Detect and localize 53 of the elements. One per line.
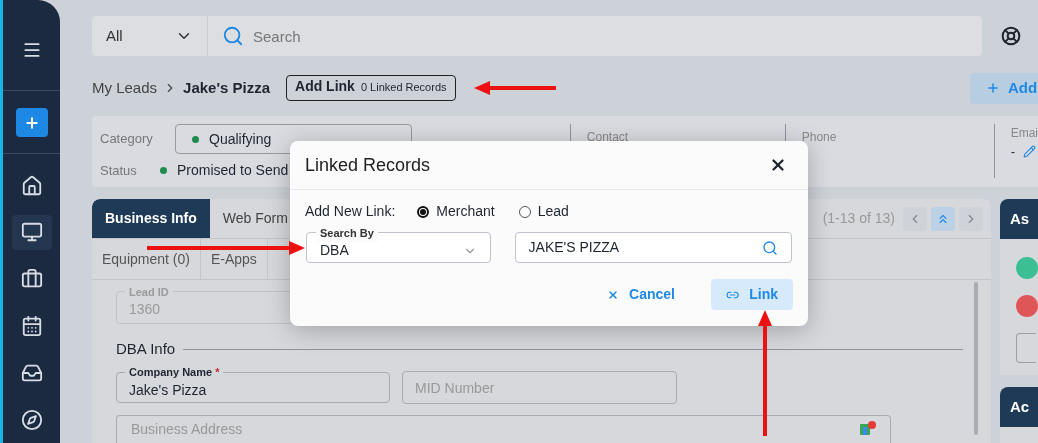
tab[interactable]: Equipment (0) (92, 239, 201, 279)
close-icon[interactable] (769, 156, 787, 174)
search-field[interactable]: Search (208, 16, 982, 56)
field-label: Add New Link: (305, 202, 396, 221)
radio-button[interactable] (518, 205, 531, 218)
plus-icon (23, 114, 40, 131)
radio-option[interactable]: Lead (518, 201, 569, 222)
plus-icon (986, 81, 1000, 95)
close-icon (607, 288, 620, 301)
status-value: Promised to Send (177, 161, 289, 180)
mid-number-field[interactable]: MID Number (402, 371, 677, 405)
card-title: As (1010, 208, 1030, 229)
pager-range: (1-13 of 13) (822, 209, 895, 228)
add-link-button[interactable]: Add Link 0 Linked Records (286, 75, 456, 101)
calendar-icon[interactable] (20, 315, 43, 337)
field-label: Category (100, 130, 154, 149)
create-button[interactable] (15, 108, 48, 138)
scrollbar[interactable] (974, 282, 978, 435)
cancel-button[interactable]: Cancel (592, 279, 690, 310)
field-label: Phone (801, 130, 837, 144)
record-search-field[interactable]: JAKE'S PIZZA (514, 232, 792, 263)
scope-dropdown[interactable]: All (92, 16, 208, 56)
select-value: DBA (320, 241, 349, 260)
avatar (1016, 295, 1038, 317)
breadcrumb-link[interactable]: My Leads (92, 76, 158, 100)
email-value: - (1010, 143, 1015, 161)
card-title: Ac (1010, 396, 1030, 417)
monitor-icon[interactable] (20, 221, 43, 244)
map-pin-icon (860, 421, 876, 436)
field-label: Contact (586, 130, 629, 144)
tab[interactable]: Web Form (209, 199, 301, 238)
input-field[interactable] (1016, 333, 1036, 363)
help-icon[interactable] (1001, 26, 1021, 46)
placeholder-text: Business Address (131, 420, 243, 440)
category-value: Qualifying (209, 129, 272, 149)
field-label: Emai (1010, 125, 1038, 142)
search-icon (762, 239, 778, 256)
breadcrumb-current: Jake's Pizza (183, 77, 270, 98)
radio-button[interactable] (417, 205, 430, 218)
avatar (1016, 257, 1038, 279)
radio-option[interactable]: Merchant (417, 201, 495, 222)
compass-icon[interactable] (20, 408, 43, 431)
tab[interactable]: E-Apps (200, 239, 268, 279)
edit-icon[interactable] (1023, 145, 1036, 159)
field-value: Jake's Pizza (129, 380, 207, 400)
tab[interactable]: Business Info (92, 199, 210, 238)
field-label: Status (100, 161, 138, 180)
field-value: JAKE'S PIZZA (528, 238, 620, 257)
linked-records-count: 0 Linked Records (360, 80, 447, 95)
section-title: DBA Info (116, 339, 176, 360)
home-icon[interactable] (20, 174, 43, 197)
dialog-title: Linked Records (305, 153, 431, 177)
search-icon (222, 25, 244, 47)
